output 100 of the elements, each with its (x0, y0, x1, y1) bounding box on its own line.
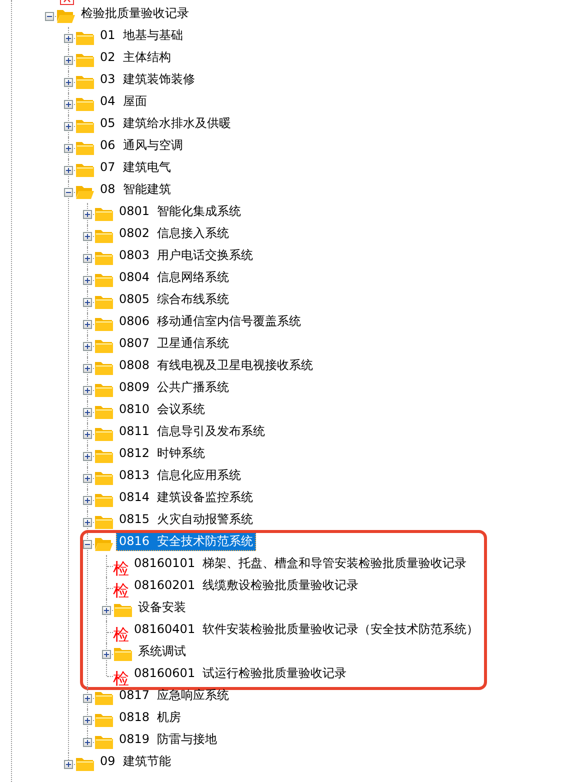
tree-item[interactable]: 0816 安全技术防范系统 (116, 531, 256, 551)
folder-icon (94, 404, 114, 420)
tree-item[interactable]: 0811 信息导引及发布系统 (116, 421, 268, 441)
folder-icon (75, 756, 95, 772)
tree-item[interactable]: 01 地基与基础 (97, 25, 186, 45)
expand-button[interactable] (102, 606, 111, 615)
tree-item[interactable]: 08 智能建筑 (97, 179, 174, 199)
tree-item[interactable]: 0802 信息接入系统 (116, 223, 232, 243)
folder-icon (94, 228, 114, 244)
expand-button[interactable] (83, 738, 92, 747)
folder-icon (75, 52, 95, 68)
expand-button[interactable] (64, 166, 73, 175)
folder-icon (94, 382, 114, 398)
expand-button[interactable] (83, 716, 92, 725)
tree-item[interactable]: 07 建筑电气 (97, 157, 174, 177)
folder-icon (94, 250, 114, 266)
expand-button[interactable] (83, 452, 92, 461)
tree-item[interactable]: 0817 应急响应系统 (116, 685, 232, 705)
folder-icon (75, 162, 95, 178)
tree-item[interactable]: 设备安装 (135, 597, 189, 617)
tree-item[interactable]: 09 建筑节能 (97, 751, 174, 771)
expand-button[interactable] (83, 474, 92, 483)
expand-button[interactable] (83, 298, 92, 307)
expand-button[interactable] (64, 78, 73, 87)
tree-item[interactable]: 0805 综合布线系统 (116, 289, 232, 309)
tree-item[interactable]: 0808 有线电视及卫星电视接收系统 (116, 355, 316, 375)
tree-item[interactable]: 0819 防雷与接地 (116, 729, 220, 749)
tree-item[interactable]: 0801 智能化集成系统 (116, 201, 244, 221)
expand-button[interactable] (64, 760, 73, 769)
tree-item[interactable]: 系统调试 (135, 641, 189, 661)
tree-item[interactable]: 0812 时钟系统 (116, 443, 208, 463)
folder-icon (75, 118, 95, 134)
folder-icon (94, 734, 114, 750)
folder-icon (94, 712, 114, 728)
record-icon: 检 (113, 626, 131, 644)
tree-item[interactable]: 检验批质量验收记录 (78, 3, 192, 23)
open-folder-icon (75, 184, 95, 200)
tree-item[interactable]: 0814 建筑设备监控系统 (116, 487, 256, 507)
tree-item[interactable]: 0803 用户电话交换系统 (116, 245, 256, 265)
tree-item[interactable]: 0818 机房 (116, 707, 184, 727)
tree-item[interactable]: 0815 火灾自动报警系统 (116, 509, 256, 529)
tree-item[interactable]: 06 通风与空调 (97, 135, 186, 155)
expand-button[interactable] (102, 650, 111, 659)
expand-button[interactable] (83, 430, 92, 439)
folder-icon (113, 602, 133, 618)
expand-button[interactable] (83, 408, 92, 417)
record-icon: 检 (113, 582, 131, 600)
expand-button[interactable] (64, 56, 73, 65)
expand-button[interactable] (83, 320, 92, 329)
record-icon: 检 (113, 670, 131, 688)
folder-icon (94, 492, 114, 508)
expand-button[interactable] (83, 210, 92, 219)
tree-item[interactable]: 0806 移动通信室内信号覆盖系统 (116, 311, 304, 331)
expand-button[interactable] (83, 276, 92, 285)
open-folder-icon (94, 536, 114, 552)
folder-icon (94, 338, 114, 354)
folder-icon (75, 96, 95, 112)
expand-button[interactable] (64, 34, 73, 43)
tree-item[interactable]: 0809 公共广播系统 (116, 377, 232, 397)
folder-icon (94, 272, 114, 288)
folder-icon (75, 140, 95, 156)
collapse-button[interactable] (45, 12, 54, 21)
tree-item[interactable]: 0810 会议系统 (116, 399, 208, 419)
expand-button[interactable] (83, 254, 92, 263)
folder-icon (94, 690, 114, 706)
expand-button[interactable] (83, 386, 92, 395)
expand-button[interactable] (64, 122, 73, 131)
tree-item[interactable]: 08160201 线缆敷设检验批质量验收记录 (131, 575, 362, 595)
tree-item[interactable]: 04 屋面 (97, 91, 150, 111)
tree-item[interactable]: 08160101 梯架、托盘、槽盒和导管安装检验批质量验收记录 (131, 553, 470, 573)
collapse-button[interactable] (64, 188, 73, 197)
folder-icon (94, 514, 114, 530)
folder-icon (94, 316, 114, 332)
folder-icon (75, 30, 95, 46)
expand-button[interactable] (83, 518, 92, 527)
folder-icon (94, 206, 114, 222)
folder-icon (94, 448, 114, 464)
expand-button[interactable] (83, 232, 92, 241)
tree-item[interactable]: 03 建筑装饰装修 (97, 69, 198, 89)
folder-icon (94, 426, 114, 442)
expand-button[interactable] (64, 100, 73, 109)
collapse-button[interactable] (83, 540, 92, 549)
folder-icon (75, 74, 95, 90)
tree-item[interactable]: 0813 信息化应用系统 (116, 465, 244, 485)
folder-icon (113, 646, 133, 662)
tree-item[interactable]: 08160401 软件安装检验批质量验收记录（安全技术防范系统） (131, 619, 482, 639)
expand-button[interactable] (64, 144, 73, 153)
expand-button[interactable] (83, 342, 92, 351)
folder-icon (94, 294, 114, 310)
open-folder-icon (56, 8, 76, 24)
tree-item[interactable]: 0807 卫星通信系统 (116, 333, 232, 353)
expand-button[interactable] (83, 496, 92, 505)
expand-button[interactable] (83, 364, 92, 373)
expand-button[interactable] (83, 694, 92, 703)
folder-icon (94, 360, 114, 376)
tree-item[interactable]: 08160601 试运行检验批质量验收记录 (131, 663, 350, 683)
tree-item[interactable]: 02 主体结构 (97, 47, 174, 67)
tree-item[interactable]: 05 建筑给水排水及供暖 (97, 113, 234, 133)
record-icon: 检 (113, 560, 131, 578)
tree-item[interactable]: 0804 信息网络系统 (116, 267, 232, 287)
